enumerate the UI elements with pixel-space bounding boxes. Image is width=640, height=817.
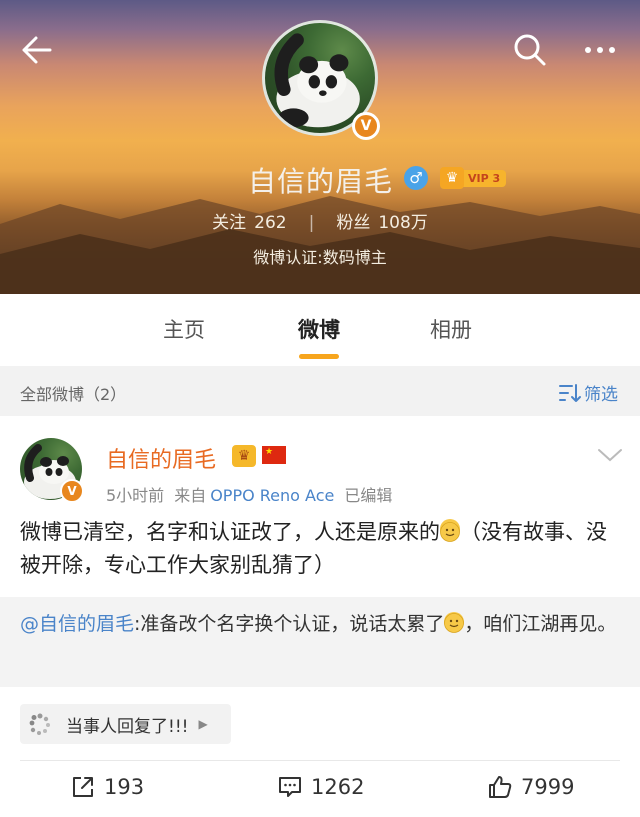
all-posts-count: 全部微博（2） <box>20 385 127 404</box>
more-icon[interactable] <box>578 28 622 72</box>
post-author-name[interactable]: 自信的眉毛 <box>106 442 216 474</box>
quoted-text: @自信的眉毛:准备改个名字换个认证，说话太累了 ，咱们江湖再见。 <box>20 609 620 640</box>
post-meta: 5小时前 来自 OPPO Reno Ace 已编辑 <box>106 482 402 506</box>
vip-badge[interactable]: ♛ VIP 3 <box>440 166 507 190</box>
repost-count: 193 <box>104 775 145 799</box>
smile-emoji-icon <box>444 612 465 633</box>
vip-crown-icon: ♛ <box>440 167 464 189</box>
male-icon: ♂ <box>404 166 428 190</box>
tab-weibo[interactable]: 微博 <box>298 314 340 344</box>
mountain-silhouette <box>0 196 640 294</box>
profile-banner: V 自信的眉毛 ♂ ♛ VIP 3 关注 262 | 粉丝 108万 微博认证:数码博主 <box>0 0 640 294</box>
filter-label: 筛选 <box>584 385 618 405</box>
chevron-down-icon[interactable] <box>596 446 624 464</box>
china-flag-icon: ★ <box>262 446 286 464</box>
post-actions: 193 1262 7999 <box>0 774 640 814</box>
following-count[interactable]: 262 <box>254 213 286 233</box>
profile-stats: 关注 262 | 粉丝 108万 <box>0 208 640 233</box>
comment-count: 1262 <box>311 775 365 799</box>
tab-home[interactable]: 主页 <box>163 314 205 344</box>
post-source[interactable]: OPPO Reno Ace <box>210 486 334 505</box>
vip-crown-icon: ♛ <box>232 445 256 467</box>
post-time: 5小时前 <box>106 486 165 505</box>
post-body: 微博已清空，名字和认证改了，人还是原来的 （没有故事、没被开除，专心工作大家别乱猜… <box>20 516 620 582</box>
like-count: 7999 <box>521 775 575 799</box>
filter-bar: 全部微博（2） 筛选 <box>0 366 640 416</box>
followers-count[interactable]: 108万 <box>378 213 427 233</box>
verification-text: 微博认证:数码博主 <box>253 248 387 267</box>
profile-tabs: 主页 微博 相册 <box>0 294 640 366</box>
following-label[interactable]: 关注 <box>212 213 246 233</box>
reply-chip[interactable]: 当事人回复了!!! ▶ <box>20 704 231 744</box>
quote-mention[interactable]: @自信的眉毛 <box>20 613 134 635</box>
verified-v-icon: V <box>352 112 380 140</box>
quote-part1: :准备改个名字换个认证，说话太累了 <box>134 613 445 635</box>
tab-active-indicator <box>299 354 339 359</box>
repost-icon <box>73 777 93 797</box>
reply-chip-label: 当事人回复了!!! <box>66 716 189 737</box>
repost-button[interactable]: 193 <box>70 774 144 800</box>
vip-label: VIP 3 <box>460 169 507 187</box>
quoted-post[interactable]: @自信的眉毛:准备改个名字换个认证，说话太累了 ，咱们江湖再见。 <box>0 597 640 687</box>
like-icon <box>489 776 512 798</box>
comment-icon <box>279 777 301 797</box>
quote-part2: ，咱们江湖再见。 <box>464 613 617 635</box>
like-button[interactable]: 7999 <box>487 774 574 800</box>
stats-divider: | <box>308 213 315 233</box>
divider <box>20 760 620 761</box>
followers-label[interactable]: 粉丝 <box>336 213 370 233</box>
profile-name: 自信的眉毛 <box>248 165 394 198</box>
spinner-icon <box>29 713 50 735</box>
filter-button[interactable]: 筛选 <box>558 380 618 405</box>
caret-right-icon: ▶ <box>198 717 208 731</box>
comment-button[interactable]: 1262 <box>277 774 364 800</box>
post-card[interactable]: V 自信的眉毛 ♛ ★ 5小时前 来自 OPPO Reno Ace 已编辑 微博已清空… <box>0 416 640 817</box>
verified-v-icon: V <box>60 479 84 503</box>
search-icon[interactable] <box>508 28 552 72</box>
smile-emoji-icon <box>440 519 460 542</box>
back-icon[interactable] <box>16 28 60 72</box>
edited-label: 已编辑 <box>344 486 393 505</box>
sort-icon <box>559 383 581 402</box>
post-text-part1: 微博已清空，名字和认证改了，人还是原来的 <box>20 520 440 544</box>
tab-album[interactable]: 相册 <box>430 314 472 344</box>
source-prefix: 来自 <box>174 486 207 505</box>
